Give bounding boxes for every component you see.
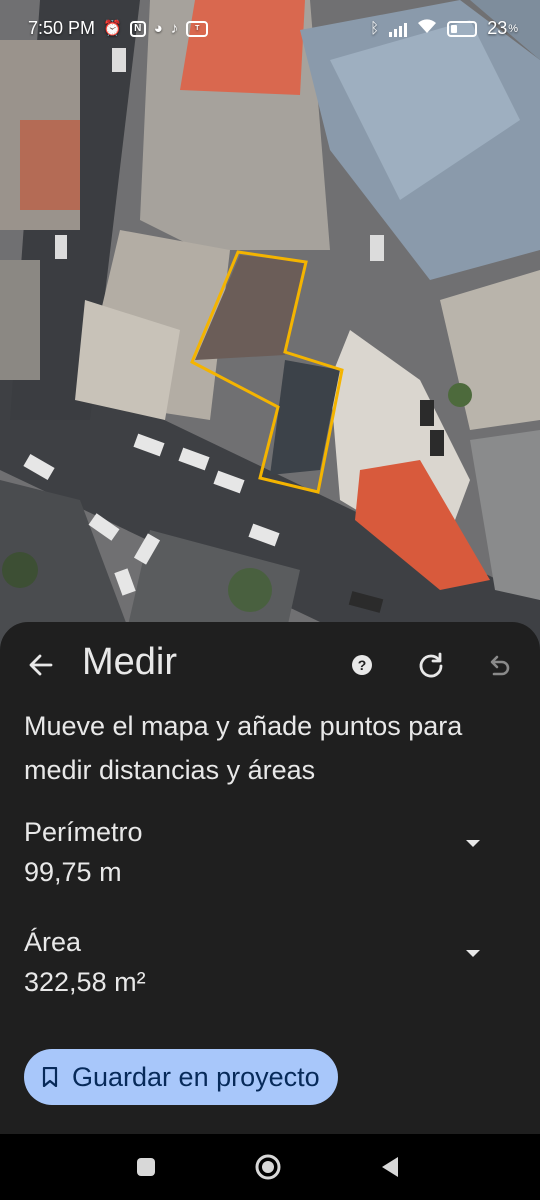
- recents-icon: [137, 1158, 155, 1176]
- battery-level: 23: [487, 18, 508, 38]
- perimeter-label: Perímetro: [24, 817, 143, 847]
- status-time: 7:50 PM: [28, 18, 96, 38]
- alarm-icon: ⏰: [103, 19, 122, 37]
- perimeter-dropdown-icon[interactable]: [466, 840, 480, 847]
- refresh-button[interactable]: [414, 648, 448, 682]
- recents-button[interactable]: [132, 1153, 160, 1181]
- area-label: Área: [24, 927, 82, 957]
- help-button[interactable]: ?: [345, 648, 379, 682]
- home-button[interactable]: [254, 1153, 282, 1181]
- area-dropdown-icon[interactable]: [466, 950, 480, 957]
- undo-button[interactable]: [482, 648, 516, 682]
- area-value: 322,58 m²: [24, 967, 146, 997]
- sheet-header: Medir ?: [0, 622, 540, 706]
- area-row[interactable]: Área 322,58 m²: [24, 924, 514, 1004]
- back-icon: [382, 1157, 398, 1177]
- signal-icon: [389, 21, 408, 37]
- save-to-project-button[interactable]: Guardar en proyecto: [24, 1049, 338, 1105]
- status-bar: 7:50 PM ⏰ N ◕ ♪ T ᛒ 23%: [28, 18, 518, 39]
- map-imagery: [0, 0, 540, 660]
- messenger-icon: ◕: [153, 19, 163, 37]
- battery-icon: [447, 20, 478, 37]
- perimeter-row[interactable]: Perímetro 99,75 m: [24, 814, 514, 894]
- measure-sheet: Medir ? Mueve el mapa y añade puntos par…: [0, 622, 540, 1134]
- wifi-icon: [417, 18, 437, 39]
- refresh-icon: [419, 652, 443, 678]
- perimeter-value: 99,75 m: [24, 857, 122, 887]
- bluetooth-icon: ᛒ: [370, 19, 380, 37]
- back-arrow-icon: [29, 654, 53, 676]
- page-title: Medir: [82, 641, 178, 683]
- instructions-text: Mueve el mapa y añade puntos para medir …: [24, 711, 463, 785]
- save-button-label: Guardar en proyecto: [72, 1061, 320, 1092]
- temu-icon: T: [186, 20, 209, 37]
- svg-text:?: ?: [358, 657, 367, 673]
- satellite-map[interactable]: [0, 0, 540, 660]
- undo-icon: [490, 655, 510, 676]
- system-nav-bar: [0, 1134, 540, 1200]
- help-icon: ?: [352, 655, 372, 675]
- back-button[interactable]: [24, 648, 58, 682]
- tiktok-icon: ♪: [170, 19, 179, 37]
- bookmark-icon: [42, 1067, 58, 1087]
- home-icon: [255, 1154, 281, 1180]
- system-back-button[interactable]: [376, 1153, 404, 1181]
- nfc-icon: N: [129, 20, 146, 37]
